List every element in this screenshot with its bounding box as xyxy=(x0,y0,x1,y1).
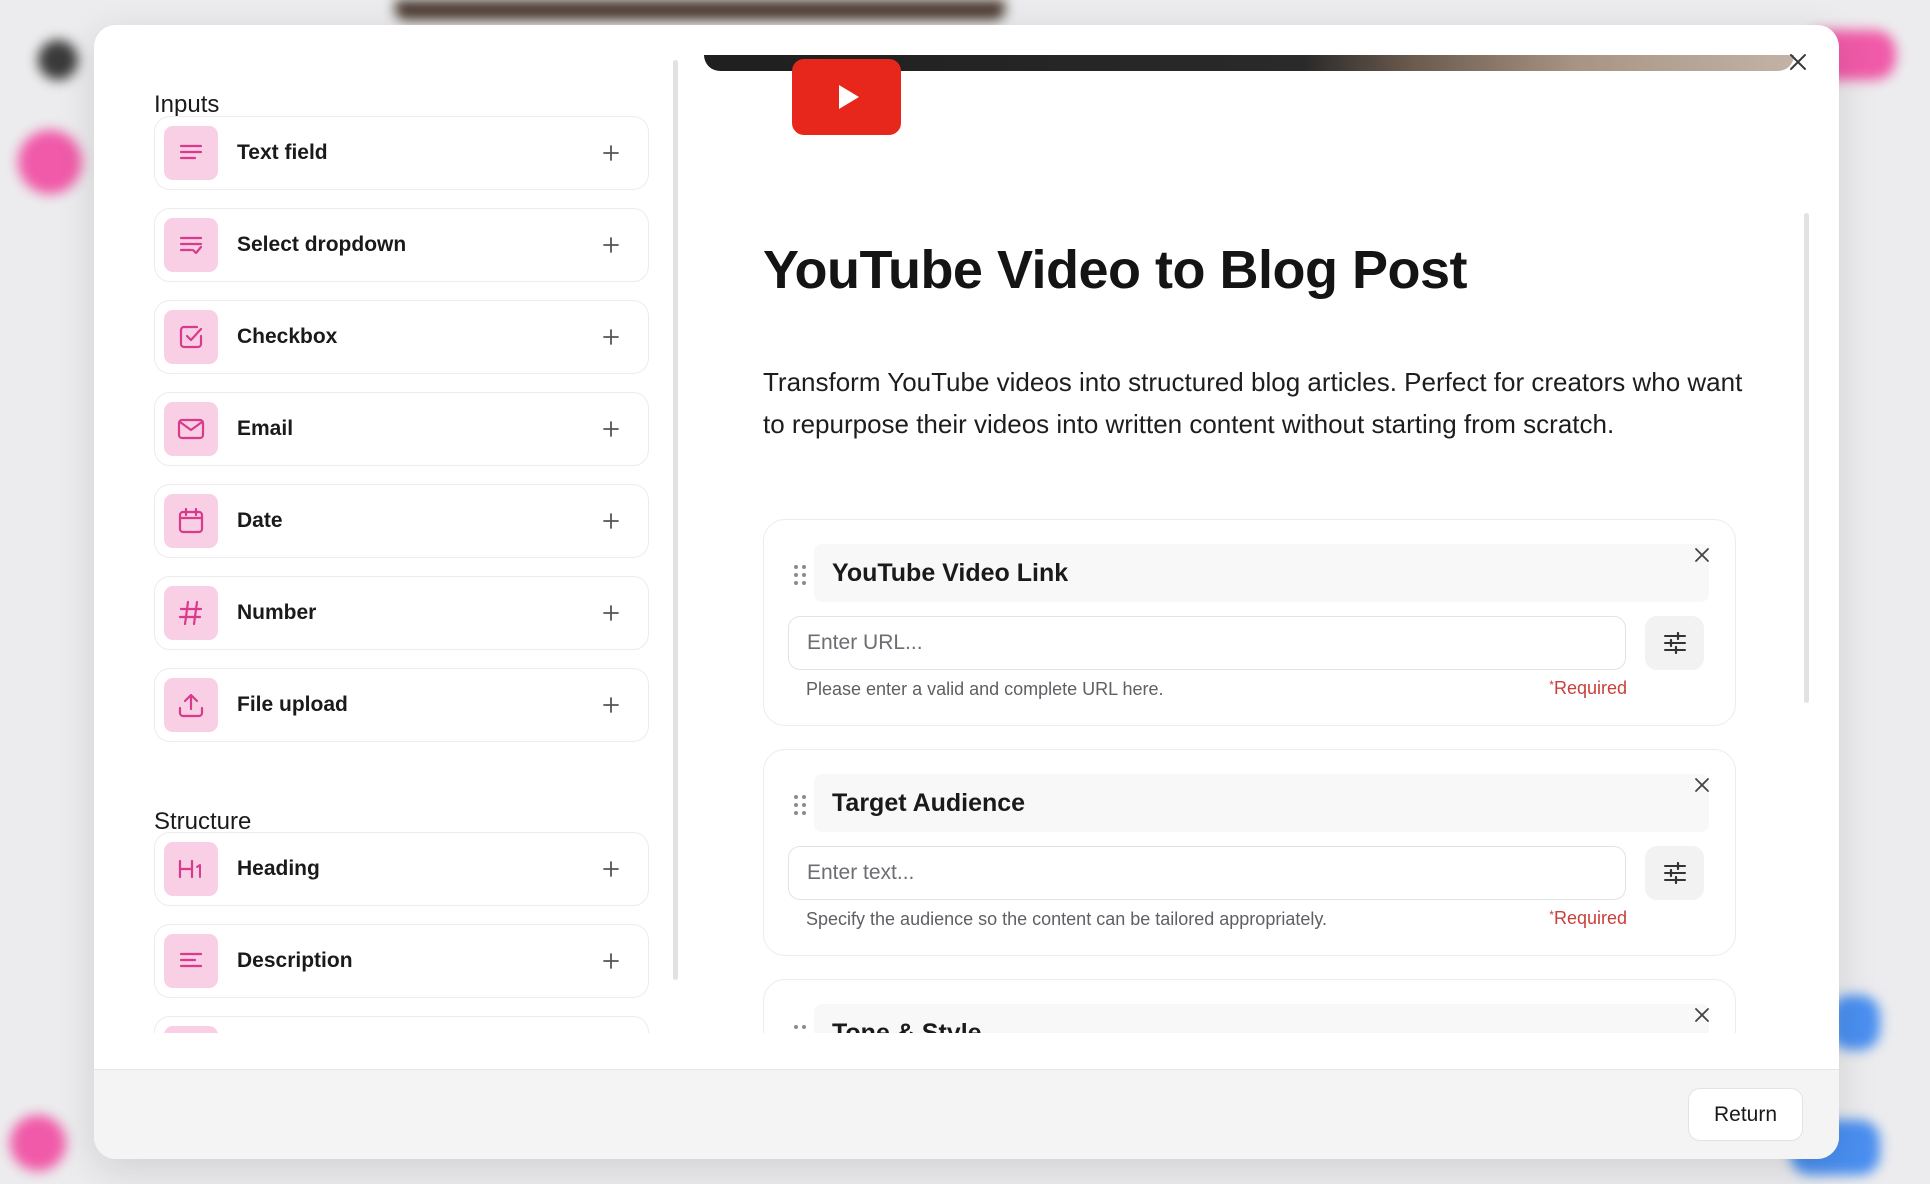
paragraph-icon xyxy=(164,934,218,988)
component-palette: Inputs Text field Select dropdown Checkb… xyxy=(94,25,694,1033)
envelope-icon xyxy=(164,402,218,456)
youtube-play-button[interactable] xyxy=(792,59,901,135)
palette-item-label: Checkbox xyxy=(237,325,338,348)
required-indicator: *Required xyxy=(1549,908,1627,928)
remove-field-button[interactable] xyxy=(1687,540,1717,570)
upload-icon xyxy=(164,678,218,732)
sliders-icon xyxy=(1663,862,1686,884)
palette-item-checkbox[interactable]: Checkbox xyxy=(154,300,649,374)
close-icon xyxy=(1695,548,1709,562)
form-field-card: Target Audience Specify the audience so … xyxy=(763,749,1736,956)
palette-item-label: Email xyxy=(237,417,294,440)
plus-icon[interactable] xyxy=(596,598,626,628)
text-input[interactable] xyxy=(788,846,1626,900)
play-icon xyxy=(838,85,859,109)
required-label: Required xyxy=(1553,908,1627,928)
url-input[interactable] xyxy=(788,616,1626,670)
palette-item-heading[interactable]: Heading xyxy=(154,832,649,906)
palette-item-description[interactable]: Description xyxy=(154,924,649,998)
field-title: Tone & Style xyxy=(832,1018,982,1034)
palette-item-number[interactable]: Number xyxy=(154,576,649,650)
field-title: Target Audience xyxy=(832,788,1026,817)
inputs-section-title: Inputs xyxy=(154,91,220,118)
preview-scrollbar[interactable] xyxy=(1804,213,1809,703)
close-icon xyxy=(1695,778,1709,792)
plus-icon[interactable] xyxy=(596,506,626,536)
field-settings-button[interactable] xyxy=(1645,846,1704,900)
plus-icon[interactable] xyxy=(596,854,626,884)
return-button[interactable]: Return xyxy=(1688,1088,1803,1141)
close-icon xyxy=(1695,1008,1709,1022)
drag-handle-icon[interactable] xyxy=(792,794,808,816)
background-logo xyxy=(38,40,78,80)
palette-item-label: Select dropdown xyxy=(237,233,407,256)
form-title: YouTube Video to Blog Post xyxy=(763,240,1467,300)
text-lines-icon xyxy=(164,126,218,180)
field-title-area[interactable]: Tone & Style xyxy=(814,1004,1709,1033)
field-title: YouTube Video Link xyxy=(832,558,1069,587)
form-description: Transform YouTube videos into structured… xyxy=(763,367,1743,439)
field-title-area[interactable]: Target Audience xyxy=(814,774,1709,832)
palette-item-label: Number xyxy=(237,601,317,624)
plus-icon[interactable] xyxy=(596,230,626,260)
plus-icon[interactable] xyxy=(596,322,626,352)
h1-icon xyxy=(164,842,218,896)
palette-item-label: Description xyxy=(237,949,353,972)
checkbox-icon xyxy=(164,310,218,364)
form-preview: YouTube Video to Blog Post Transform You… xyxy=(704,25,1839,1033)
palette-item-partial[interactable] xyxy=(154,1016,649,1033)
partial-item-icon xyxy=(164,1026,218,1033)
palette-item-label: File upload xyxy=(237,693,348,716)
close-icon xyxy=(1790,54,1806,70)
remove-field-button[interactable] xyxy=(1687,1000,1717,1030)
palette-item-text-field[interactable]: Text field xyxy=(154,116,649,190)
palette-item-file-upload[interactable]: File upload xyxy=(154,668,649,742)
form-builder-modal: Inputs Text field Select dropdown Checkb… xyxy=(94,25,1839,1159)
field-help-text: Please enter a valid and complete URL he… xyxy=(806,679,1164,699)
palette-item-date[interactable]: Date xyxy=(154,484,649,558)
field-help-text: Specify the audience so the content can … xyxy=(806,909,1328,929)
field-title-area[interactable]: YouTube Video Link xyxy=(814,544,1709,602)
palette-scrollbar[interactable] xyxy=(673,60,678,980)
palette-item-label: Text field xyxy=(237,141,328,164)
required-label: Required xyxy=(1553,678,1627,698)
modal-footer: Return xyxy=(94,1069,1839,1159)
plus-icon[interactable] xyxy=(596,138,626,168)
sliders-icon xyxy=(1663,632,1686,654)
form-field-card: Tone & Style xyxy=(763,979,1736,1033)
required-indicator: *Required xyxy=(1549,678,1627,698)
plus-icon[interactable] xyxy=(596,690,626,720)
hash-icon xyxy=(164,586,218,640)
background-avatar xyxy=(18,130,82,194)
field-settings-button[interactable] xyxy=(1645,616,1704,670)
palette-item-label: Heading xyxy=(237,857,320,880)
drag-handle-icon[interactable] xyxy=(792,1024,808,1033)
form-field-card: YouTube Video Link Please enter a valid … xyxy=(763,519,1736,726)
plus-icon[interactable] xyxy=(596,946,626,976)
calendar-icon xyxy=(164,494,218,548)
background-video-strip xyxy=(395,0,1005,20)
drag-handle-icon[interactable] xyxy=(792,564,808,586)
palette-item-label: Date xyxy=(237,509,283,532)
modal-close-button[interactable] xyxy=(1783,47,1813,77)
palette-item-select-dropdown[interactable]: Select dropdown xyxy=(154,208,649,282)
plus-icon[interactable] xyxy=(596,414,626,444)
palette-item-email[interactable]: Email xyxy=(154,392,649,466)
remove-field-button[interactable] xyxy=(1687,770,1717,800)
background-pink-avatar xyxy=(10,1115,66,1171)
list-check-icon xyxy=(164,218,218,272)
